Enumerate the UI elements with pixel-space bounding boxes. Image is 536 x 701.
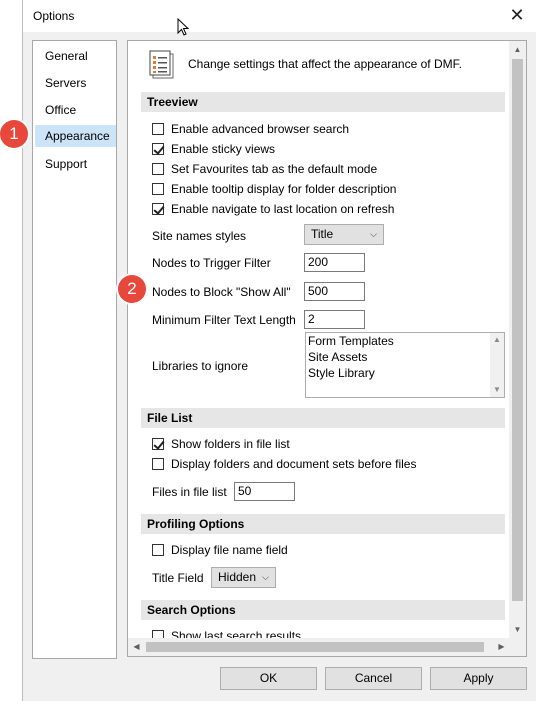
title-field-label: Title Field (152, 571, 204, 585)
settings-content: Change settings that affect the appearan… (128, 41, 510, 638)
scroll-thumb[interactable] (146, 642, 484, 652)
option-advanced-browser-search[interactable]: Enable advanced browser search (152, 120, 349, 138)
scroll-down-icon[interactable]: ▼ (490, 383, 504, 397)
option-label: Display file name field (171, 543, 288, 557)
min-filter-text-length-input[interactable]: 2 (304, 310, 365, 329)
scrollbar-corner (509, 638, 526, 656)
checkbox[interactable] (152, 122, 164, 135)
close-button[interactable]: ✕ (497, 0, 536, 32)
title-bar: Options ✕ (23, 0, 536, 32)
site-names-styles-label: Site names styles (152, 229, 247, 243)
checkbox[interactable] (152, 202, 164, 215)
min-filter-text-length-label: Minimum Filter Text Length (152, 313, 296, 327)
annotation-badge-2: 2 (118, 275, 146, 303)
chevron-down-icon: ⌵ (262, 572, 269, 582)
option-label: Show last search results (171, 629, 302, 638)
list-item[interactable]: Site Assets (306, 349, 504, 365)
cancel-button[interactable]: Cancel (325, 667, 422, 690)
scroll-left-icon[interactable]: ◀ (128, 638, 145, 655)
section-profiling-options: Profiling Options (141, 514, 505, 534)
nodes-block-show-all-label: Nodes to Block "Show All" (152, 285, 291, 299)
checkbox[interactable] (152, 457, 164, 470)
mouse-cursor-icon (177, 18, 190, 36)
option-tooltip-folder-description[interactable]: Enable tooltip display for folder descri… (152, 180, 396, 198)
option-label: Display folders and document sets before… (171, 457, 417, 471)
files-in-list-label: Files in file list (152, 485, 227, 499)
scroll-up-icon[interactable]: ▲ (490, 333, 504, 347)
checkbox[interactable] (152, 162, 164, 175)
libraries-to-ignore-list[interactable]: Form Templates Site Assets Style Library… (305, 332, 505, 398)
list-scrollbar[interactable]: ▲ ▼ (490, 333, 504, 397)
option-navigate-last-location[interactable]: Enable navigate to last location on refr… (152, 200, 394, 218)
nav-item-general[interactable]: General (35, 45, 116, 67)
nav-item-appearance[interactable]: Appearance (35, 125, 116, 147)
nodes-trigger-filter-label: Nodes to Trigger Filter (152, 256, 271, 270)
section-treeview: Treeview (141, 92, 505, 112)
category-list: General Servers Office Appearance Suppor… (32, 40, 117, 659)
checkbox[interactable] (152, 543, 164, 556)
checkbox[interactable] (152, 437, 164, 450)
option-display-file-name[interactable]: Display file name field (152, 541, 288, 559)
title-field-select[interactable]: Hidden ⌵ (211, 567, 276, 588)
nodes-block-show-all-input[interactable]: 500 (304, 282, 365, 301)
option-show-last-search[interactable]: Show last search results (152, 627, 301, 638)
option-favourites-default[interactable]: Set Favourites tab as the default mode (152, 160, 377, 178)
option-label: Enable advanced browser search (171, 122, 350, 136)
files-in-list-input[interactable]: 50 (234, 482, 295, 501)
option-label: Enable navigate to last location on refr… (171, 202, 395, 216)
section-file-list: File List (141, 408, 505, 428)
ok-button[interactable]: OK (220, 667, 317, 690)
section-search-options: Search Options (141, 600, 505, 620)
settings-document-icon (149, 50, 174, 79)
scroll-down-icon[interactable]: ▼ (509, 621, 526, 638)
option-label: Enable tooltip display for folder descri… (171, 182, 397, 196)
options-window: Options ✕ General Servers Office Appeara… (22, 0, 536, 701)
option-folders-before-files[interactable]: Display folders and document sets before… (152, 455, 416, 473)
scroll-thumb[interactable] (512, 59, 523, 601)
title-field-value: Hidden (218, 570, 257, 584)
site-names-styles-select[interactable]: Title ⌵ (304, 224, 384, 245)
option-label: Show folders in file list (171, 437, 290, 451)
nodes-trigger-filter-input[interactable]: 200 (304, 253, 365, 272)
apply-button[interactable]: Apply (430, 667, 527, 690)
checkbox[interactable] (152, 629, 164, 638)
libraries-to-ignore-label: Libraries to ignore (152, 359, 249, 373)
annotation-badge-1: 1 (0, 120, 28, 148)
checkbox[interactable] (152, 142, 164, 155)
scroll-right-icon[interactable]: ▶ (493, 638, 510, 655)
nav-item-office[interactable]: Office (35, 99, 116, 121)
vertical-scrollbar[interactable]: ▲ ▼ (509, 41, 526, 638)
nav-item-servers[interactable]: Servers (35, 72, 116, 94)
panel-description: Change settings that affect the appearan… (188, 57, 462, 71)
option-label: Set Favourites tab as the default mode (171, 162, 378, 176)
settings-panel: Change settings that affect the appearan… (127, 40, 527, 657)
chevron-down-icon: ⌵ (370, 229, 377, 239)
scroll-up-icon[interactable]: ▲ (509, 41, 526, 58)
option-show-folders[interactable]: Show folders in file list (152, 435, 290, 453)
option-sticky-views[interactable]: Enable sticky views (152, 140, 275, 158)
window-title: Options (33, 9, 75, 23)
list-item[interactable]: Form Templates (306, 333, 504, 349)
checkbox[interactable] (152, 182, 164, 195)
list-item[interactable]: Style Library (306, 365, 504, 381)
nav-item-support[interactable]: Support (35, 153, 116, 175)
option-label: Enable sticky views (171, 142, 276, 156)
horizontal-scrollbar[interactable]: ◀ ▶ (128, 638, 510, 656)
site-names-styles-value: Title (311, 227, 334, 241)
